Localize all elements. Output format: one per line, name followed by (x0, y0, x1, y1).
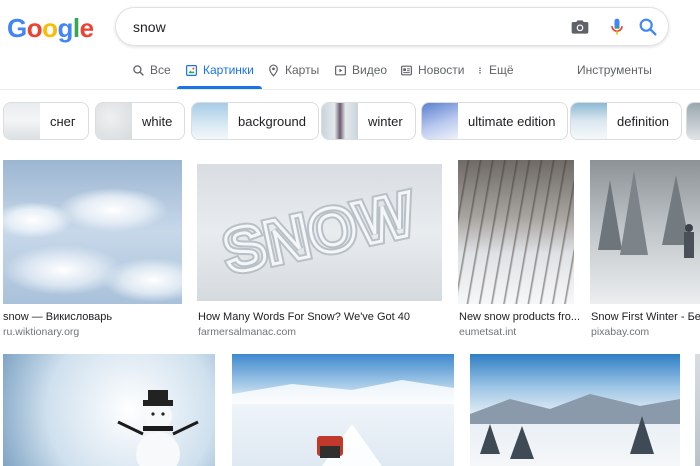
chip-thumbnail (4, 103, 40, 139)
result-image[interactable] (3, 160, 182, 304)
chip-thumbnail (96, 103, 132, 139)
tools-button[interactable]: Инструменты (577, 63, 652, 77)
tab-label: Видео (352, 63, 388, 77)
more-vert-icon (479, 67, 481, 74)
search-tabs: Все Картинки Карты Видео Новости Ещё Инс… (0, 55, 700, 89)
tabs-divider (0, 89, 700, 90)
result-image[interactable] (3, 354, 215, 466)
result-site[interactable]: eumetsat.int (459, 326, 516, 338)
chip-winter[interactable]: winter (321, 102, 416, 140)
result-image[interactable]: SNOW SNOW (197, 164, 442, 301)
logo-letter: G (7, 13, 27, 43)
logo-letter: e (79, 13, 94, 43)
chip-partial[interactable] (686, 102, 700, 140)
svg-text:SNOW: SNOW (217, 180, 420, 288)
chip-label: white (142, 113, 173, 129)
tab-more[interactable]: Ещё (476, 63, 514, 89)
result-image[interactable] (232, 354, 454, 466)
result-site[interactable]: pixabay.com (591, 326, 649, 338)
chip-label: definition (617, 113, 670, 129)
search-box[interactable]: snow (115, 7, 669, 46)
tab-video[interactable]: Видео (334, 63, 387, 89)
image-icon (186, 65, 197, 76)
chip-thumbnail (687, 103, 700, 139)
snowman-image (117, 390, 199, 466)
chip-thumbnail (322, 103, 358, 139)
map-pin-icon (269, 64, 278, 77)
tab-all[interactable]: Все (132, 63, 171, 89)
result-site[interactable]: farmersalmanac.com (198, 326, 296, 338)
chip-thumbnail (192, 103, 228, 139)
search-icon (133, 65, 144, 76)
chip-label: background (238, 113, 306, 129)
google-logo[interactable]: Google (7, 13, 94, 44)
chip-label: ultimate edition (468, 113, 556, 129)
microphone-icon[interactable] (607, 16, 627, 38)
chip-label: winter (368, 113, 403, 129)
snow-writing-image: SNOW SNOW (214, 176, 424, 291)
chip-sneg[interactable]: снег (3, 102, 89, 140)
chip-thumbnail (571, 103, 607, 139)
result-title[interactable]: Snow First Winter - Бесп (591, 311, 700, 323)
tab-images[interactable]: Картинки (177, 63, 262, 89)
snow-train-image (232, 380, 454, 466)
chip-ultimate-edition[interactable]: ultimate edition (421, 102, 569, 140)
tab-label: Ещё (489, 63, 514, 77)
search-icon[interactable] (637, 16, 659, 38)
camera-icon[interactable] (570, 17, 590, 37)
result-title[interactable]: How Many Words For Snow? We've Got 40 (198, 311, 448, 323)
tab-maps[interactable]: Карты (267, 63, 319, 89)
logo-letter: g (57, 13, 74, 43)
tab-label: Все (150, 63, 171, 77)
result-image[interactable] (695, 354, 700, 466)
result-image[interactable] (470, 354, 680, 466)
tab-label: Карты (285, 63, 320, 77)
result-title[interactable]: New snow products fro... (459, 311, 579, 323)
chip-definition[interactable]: definition (570, 102, 683, 140)
search-input[interactable]: snow (133, 19, 166, 35)
logo-letter: o (26, 13, 43, 43)
result-image[interactable] (590, 160, 700, 304)
video-icon (335, 65, 346, 76)
chip-thumbnail (422, 103, 458, 139)
tab-label: Новости (418, 63, 465, 77)
logo-letter: l (72, 13, 80, 43)
snowy-forest-image (598, 170, 694, 258)
result-site[interactable]: ru.wiktionary.org (3, 326, 79, 338)
news-icon (401, 65, 412, 76)
result-image[interactable] (458, 160, 574, 304)
tab-news[interactable]: Новости (400, 63, 464, 89)
chip-white[interactable]: white (95, 102, 186, 140)
snowy-mountains-image (470, 394, 680, 459)
chip-label: снег (50, 113, 76, 129)
logo-letter: o (42, 13, 58, 43)
chip-background[interactable]: background (191, 102, 319, 140)
result-title[interactable]: snow — Викисловарь (3, 311, 181, 323)
tab-label: Картинки (203, 63, 254, 77)
